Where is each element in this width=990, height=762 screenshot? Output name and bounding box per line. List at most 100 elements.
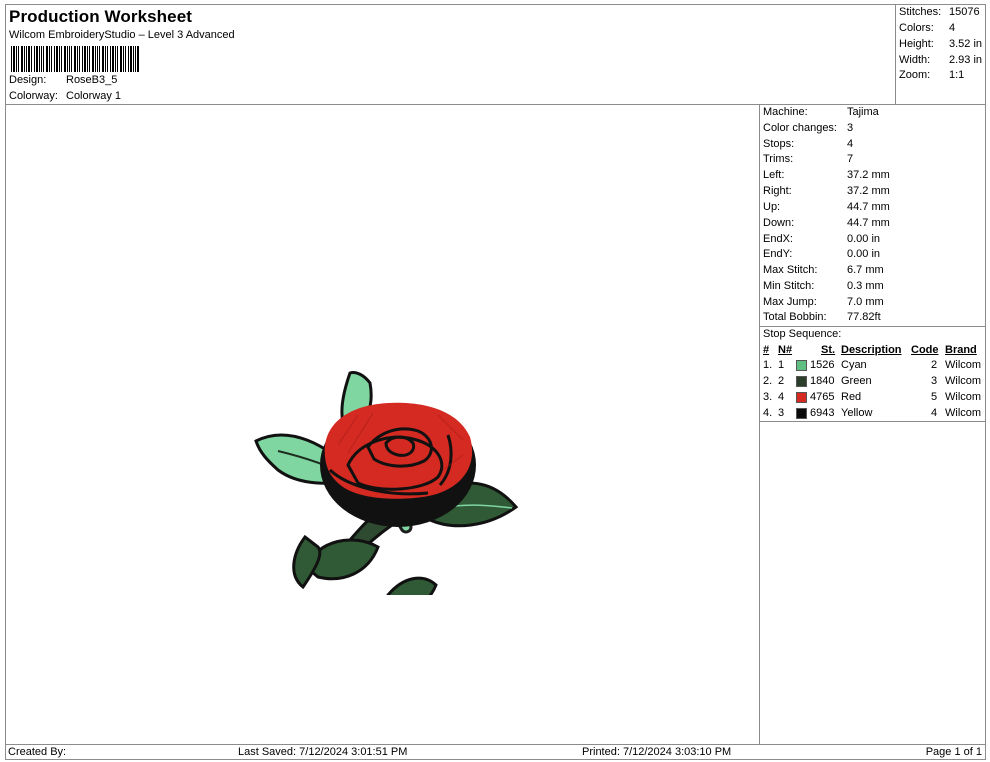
total-bobbin-row: Total Bobbin: 77.82ft <box>763 311 881 323</box>
col-header-num: # <box>763 344 770 356</box>
needle-number: 1 <box>778 359 785 371</box>
stops-label: Stops: <box>763 138 795 150</box>
printed-date: Printed: 7/12/2024 3:03:10 PM <box>582 746 732 758</box>
zoom-value: 1:1 <box>949 69 965 81</box>
width-value: 2.93 in <box>949 54 983 66</box>
height-row: Height: 3.52 in <box>899 38 982 50</box>
endy-row: EndY: 0.00 in <box>763 248 880 260</box>
col-header-code: Code <box>911 344 939 356</box>
last-saved: Last Saved: 7/12/2024 3:01:51 PM <box>238 746 408 758</box>
endx-label: EndX: <box>763 233 793 245</box>
endy-label: EndY: <box>763 248 793 260</box>
stop-number: 2. <box>763 375 773 387</box>
trims-row: Trims: 7 <box>763 153 853 165</box>
left-label: Left: <box>763 169 785 181</box>
trims-value: 7 <box>847 153 854 165</box>
stitches-label: Stitches: <box>899 6 942 18</box>
thread-description: Green <box>841 375 872 387</box>
colors-label: Colors: <box>899 22 934 34</box>
stop-sequence-row: 2. 2 1840 Green 3 Wilcom <box>760 375 985 390</box>
thread-color-swatch <box>796 408 807 419</box>
total-bobbin-value: 77.82ft <box>847 311 881 323</box>
max-stitch-value: 6.7 mm <box>847 264 884 276</box>
color-changes-row: Color changes: 3 <box>763 122 853 134</box>
page-number: Page 1 of 1 <box>925 746 982 758</box>
down-row: Down: 44.7 mm <box>763 217 890 229</box>
machine-info-panel: Machine: Tajima Color changes: 3 Stops: 4 T… <box>759 104 986 745</box>
colors-value: 4 <box>949 22 956 34</box>
thread-color-swatch <box>796 360 807 371</box>
thread-description: Yellow <box>841 407 873 419</box>
worksheet-header: Production Worksheet Wilcom EmbroiderySt… <box>5 4 896 105</box>
stops-row: Stops: 4 <box>763 138 853 150</box>
thread-color-swatch <box>796 392 807 403</box>
stop-number: 1. <box>763 359 773 371</box>
design-preview <box>5 104 760 745</box>
stitches-value: 15076 <box>949 6 980 18</box>
right-value: 37.2 mm <box>847 185 890 197</box>
zoom-row: Zoom: 1:1 <box>899 69 964 81</box>
needle-number: 3 <box>778 407 785 419</box>
section-divider <box>760 326 985 327</box>
stop-sequence-title: Stop Sequence: <box>763 328 842 340</box>
width-label: Width: <box>899 54 931 66</box>
thread-brand: Wilcom <box>945 359 982 371</box>
stitch-count: 1840 <box>810 375 835 387</box>
total-bobbin-label: Total Bobbin: <box>763 311 827 323</box>
zoom-label: Zoom: <box>899 69 931 81</box>
thread-code: 3 <box>931 375 938 387</box>
app-subtitle: Wilcom EmbroideryStudio – Level 3 Advanc… <box>9 29 235 41</box>
needle-number: 2 <box>778 375 785 387</box>
color-changes-value: 3 <box>847 122 854 134</box>
trims-label: Trims: <box>763 153 794 165</box>
up-value: 44.7 mm <box>847 201 890 213</box>
endy-value: 0.00 in <box>847 248 881 260</box>
colorway-name: Colorway 1 <box>66 90 122 102</box>
thread-code: 4 <box>931 407 938 419</box>
endx-value: 0.00 in <box>847 233 881 245</box>
max-jump-row: Max Jump: 7.0 mm <box>763 296 884 308</box>
stitch-count: 4765 <box>810 391 835 403</box>
color-changes-label: Color changes: <box>763 122 837 134</box>
colorway-label: Colorway: <box>9 90 58 102</box>
col-header-brand: Brand <box>945 344 977 356</box>
worksheet-title: Production Worksheet <box>9 7 193 26</box>
stop-sequence-row: 1. 1 1526 Cyan 2 Wilcom <box>760 359 985 374</box>
down-value: 44.7 mm <box>847 217 890 229</box>
max-jump-value: 7.0 mm <box>847 296 884 308</box>
machine-value: Tajima <box>847 106 879 118</box>
left-value: 37.2 mm <box>847 169 890 181</box>
thread-code: 5 <box>931 391 938 403</box>
endx-row: EndX: 0.00 in <box>763 233 880 245</box>
stop-sequence-row: 3. 4 4765 Red 5 Wilcom <box>760 391 985 406</box>
stop-number: 4. <box>763 407 773 419</box>
max-jump-label: Max Jump: <box>763 296 817 308</box>
design-row: Design: RoseB3_5 <box>9 74 117 86</box>
min-stitch-label: Min Stitch: <box>763 280 815 292</box>
col-header-description: Description <box>841 344 902 356</box>
section-divider <box>760 421 985 422</box>
machine-row: Machine: Tajima <box>763 106 879 118</box>
barcode-image <box>11 46 139 72</box>
stop-sequence-row: 4. 3 6943 Yellow 4 Wilcom <box>760 407 985 422</box>
up-label: Up: <box>763 201 781 213</box>
left-row: Left: 37.2 mm <box>763 169 890 181</box>
worksheet-footer: Created By: Last Saved: 7/12/2024 3:01:5… <box>5 744 986 760</box>
thread-brand: Wilcom <box>945 375 982 387</box>
colorway-row: Colorway: Colorway 1 <box>9 90 121 102</box>
thread-description: Cyan <box>841 359 867 371</box>
colors-row: Colors: 4 <box>899 22 955 34</box>
thread-color-swatch <box>796 376 807 387</box>
rose-embroidery-image <box>254 371 519 595</box>
width-row: Width: 2.93 in <box>899 54 982 66</box>
stitch-count: 1526 <box>810 359 835 371</box>
height-value: 3.52 in <box>949 38 983 50</box>
min-stitch-value: 0.3 mm <box>847 280 884 292</box>
stitch-count: 6943 <box>810 407 835 419</box>
thread-description: Red <box>841 391 862 403</box>
stops-value: 4 <box>847 138 854 150</box>
thread-brand: Wilcom <box>945 391 982 403</box>
thread-brand: Wilcom <box>945 407 982 419</box>
design-name: RoseB3_5 <box>66 74 118 86</box>
stop-number: 3. <box>763 391 773 403</box>
